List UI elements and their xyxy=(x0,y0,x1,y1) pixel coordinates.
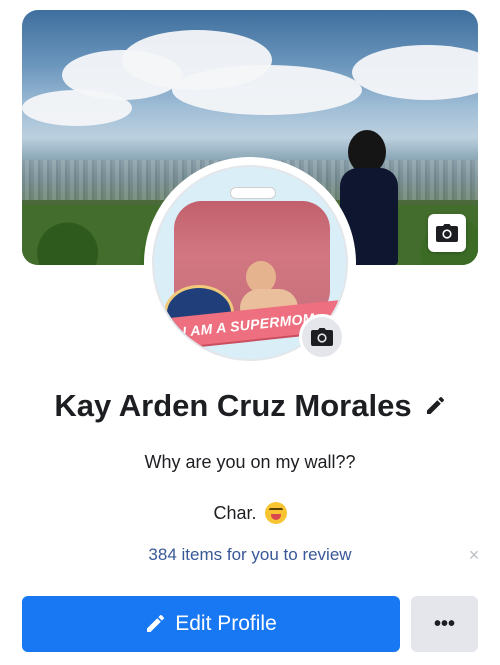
camera-icon xyxy=(436,224,458,242)
bio-line-2: Char. xyxy=(0,502,500,524)
profile-name: Kay Arden Cruz Morales xyxy=(54,388,412,423)
name-row: Kay Arden Cruz Morales xyxy=(0,388,500,424)
pencil-icon xyxy=(426,397,444,414)
cloud xyxy=(22,90,132,126)
more-options-button[interactable]: ••• xyxy=(411,596,478,652)
close-icon[interactable]: × xyxy=(464,545,484,565)
squinting-tongue-emoji-icon xyxy=(264,502,287,524)
cover-camera-button[interactable] xyxy=(428,214,466,252)
review-link[interactable]: 384 items for you to review xyxy=(0,545,500,565)
pencil-icon xyxy=(147,615,165,632)
bio-line: Why are you on my wall?? xyxy=(144,452,356,472)
edit-profile-label: Edit Profile xyxy=(175,612,277,635)
more-icon: ••• xyxy=(433,612,455,635)
frame-logo xyxy=(230,187,276,199)
cloud xyxy=(172,65,362,115)
cloud xyxy=(352,45,478,100)
bio-text: Char. xyxy=(213,502,257,523)
avatar-camera-button[interactable] xyxy=(299,314,345,360)
camera-icon xyxy=(311,328,333,346)
edit-name-button[interactable] xyxy=(424,395,446,417)
edit-profile-button[interactable]: Edit Profile xyxy=(22,596,400,652)
